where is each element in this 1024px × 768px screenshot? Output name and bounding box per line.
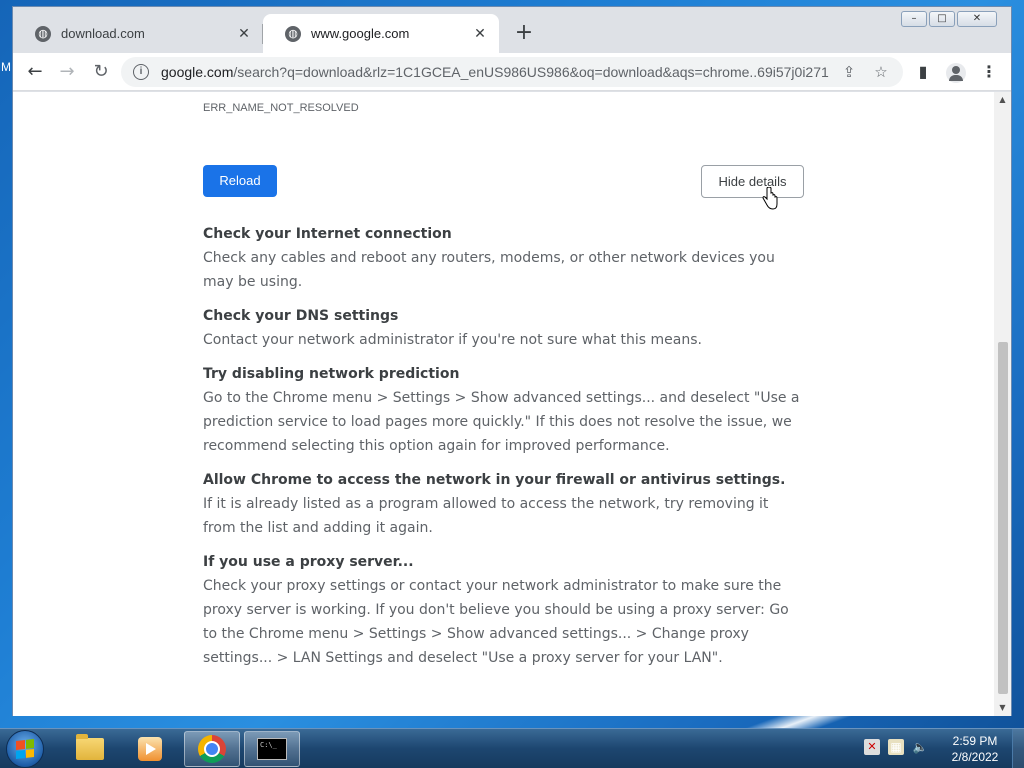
side-panel-icon[interactable]: ▮ <box>909 58 937 86</box>
clock-time: 2:59 PM <box>952 734 998 748</box>
suggestion-body: Check any cables and reboot any routers,… <box>203 250 775 290</box>
suggestion-item: Allow Chrome to access the network in yo… <box>203 468 803 540</box>
suggestion-heading: Allow Chrome to access the network in yo… <box>203 472 786 488</box>
suggestion-body: Contact your network administrator if yo… <box>203 332 702 348</box>
tab-title: download.com <box>61 26 145 41</box>
hide-details-button[interactable]: Hide details <box>701 165 804 198</box>
scroll-up-arrow-icon[interactable]: ▲ <box>994 92 1011 108</box>
tab-strip: ◍ download.com ✕ ◍ www.google.com ✕ + – … <box>13 7 1011 53</box>
globe-icon: ◍ <box>35 25 51 42</box>
folder-icon <box>76 734 104 760</box>
new-tab-button[interactable]: + <box>511 21 537 47</box>
page-scrollbar[interactable]: ▲ ▼ <box>994 92 1011 716</box>
system-tray: ✕ ▦ 🔈 <box>864 739 928 755</box>
scrollbar-thumb[interactable] <box>998 342 1008 694</box>
suggestion-item: If you use a proxy server... Check your … <box>203 550 803 670</box>
tab-title: www.google.com <box>311 26 410 41</box>
volume-icon[interactable]: 🔈 <box>912 739 928 755</box>
share-icon[interactable]: ⇪ <box>837 63 861 81</box>
taskbar-command-prompt[interactable]: C:\_ <box>244 731 300 767</box>
error-page: ERR_NAME_NOT_RESOLVED Reload Hide detail… <box>13 92 995 716</box>
clock-date: 2/8/2022 <box>951 750 999 764</box>
network-icon[interactable]: ▦ <box>888 739 904 755</box>
start-button[interactable] <box>6 730 44 768</box>
command-prompt-icon: C:\_ <box>257 738 287 760</box>
show-desktop-button[interactable] <box>1012 729 1024 768</box>
tab-close-icon[interactable]: ✕ <box>235 25 253 42</box>
tab-close-icon[interactable]: ✕ <box>471 25 489 42</box>
restore-button[interactable]: □ <box>929 11 955 27</box>
desktop-edge-text: M <box>1 60 11 74</box>
hand-cursor-icon <box>762 187 778 210</box>
chrome-window: ◍ download.com ✕ ◍ www.google.com ✕ + – … <box>12 6 1012 716</box>
suggestion-body: If it is already listed as a program all… <box>203 496 769 536</box>
kebab-menu-icon[interactable]: ⋮ <box>975 58 1003 86</box>
windows-logo-icon <box>16 739 34 759</box>
reload-button[interactable]: Reload <box>203 165 277 197</box>
taskbar-chrome[interactable] <box>184 731 240 767</box>
url-text[interactable]: google.com/search?q=download&rlz=1C1GCEA… <box>161 64 829 80</box>
browser-toolbar: ← → ↻ i google.com/search?q=download&rlz… <box>13 53 1011 91</box>
suggestion-item: Check your Internet connection Check any… <box>203 222 803 294</box>
close-window-button[interactable]: ✕ <box>957 11 997 27</box>
suggestion-heading: If you use a proxy server... <box>203 554 414 570</box>
taskbar-clock[interactable]: 2:59 PM 2/8/2022 <box>942 733 1008 765</box>
suggestion-heading: Check your Internet connection <box>203 226 452 242</box>
address-bar[interactable]: i google.com/search?q=download&rlz=1C1GC… <box>121 57 903 87</box>
error-code: ERR_NAME_NOT_RESOLVED <box>203 102 359 114</box>
suggestion-item: Check your DNS settings Contact your net… <box>203 304 803 352</box>
profile-avatar-icon[interactable] <box>942 58 970 86</box>
suggestion-item: Try disabling network prediction Go to t… <box>203 362 803 458</box>
suggestion-heading: Try disabling network prediction <box>203 366 460 382</box>
chrome-icon <box>198 735 226 763</box>
action-center-flag-icon[interactable]: ✕ <box>864 739 880 755</box>
tab-download-com[interactable]: ◍ download.com ✕ <box>13 14 263 53</box>
globe-icon: ◍ <box>285 25 301 42</box>
taskbar-media-player[interactable] <box>122 731 178 767</box>
taskbar: C:\_ ✕ ▦ 🔈 2:59 PM 2/8/2022 <box>0 728 1024 768</box>
suggestion-body: Go to the Chrome menu > Settings > Show … <box>203 390 800 454</box>
suggestions-list: Check your Internet connection Check any… <box>203 222 803 680</box>
back-arrow-icon[interactable]: ← <box>21 58 49 86</box>
suggestion-heading: Check your DNS settings <box>203 308 399 324</box>
minimize-button[interactable]: – <box>901 11 927 27</box>
forward-arrow-icon[interactable]: → <box>53 58 81 86</box>
taskbar-file-explorer[interactable] <box>62 731 118 767</box>
bookmark-star-icon[interactable]: ☆ <box>869 63 893 81</box>
suggestion-body: Check your proxy settings or contact you… <box>203 578 789 666</box>
reload-icon[interactable]: ↻ <box>87 58 115 86</box>
window-controls: – □ ✕ <box>901 11 997 27</box>
tab-google-com[interactable]: ◍ www.google.com ✕ <box>263 14 499 53</box>
site-info-icon[interactable]: i <box>133 64 149 80</box>
scroll-down-arrow-icon[interactable]: ▼ <box>994 700 1011 716</box>
media-player-icon <box>138 737 162 761</box>
